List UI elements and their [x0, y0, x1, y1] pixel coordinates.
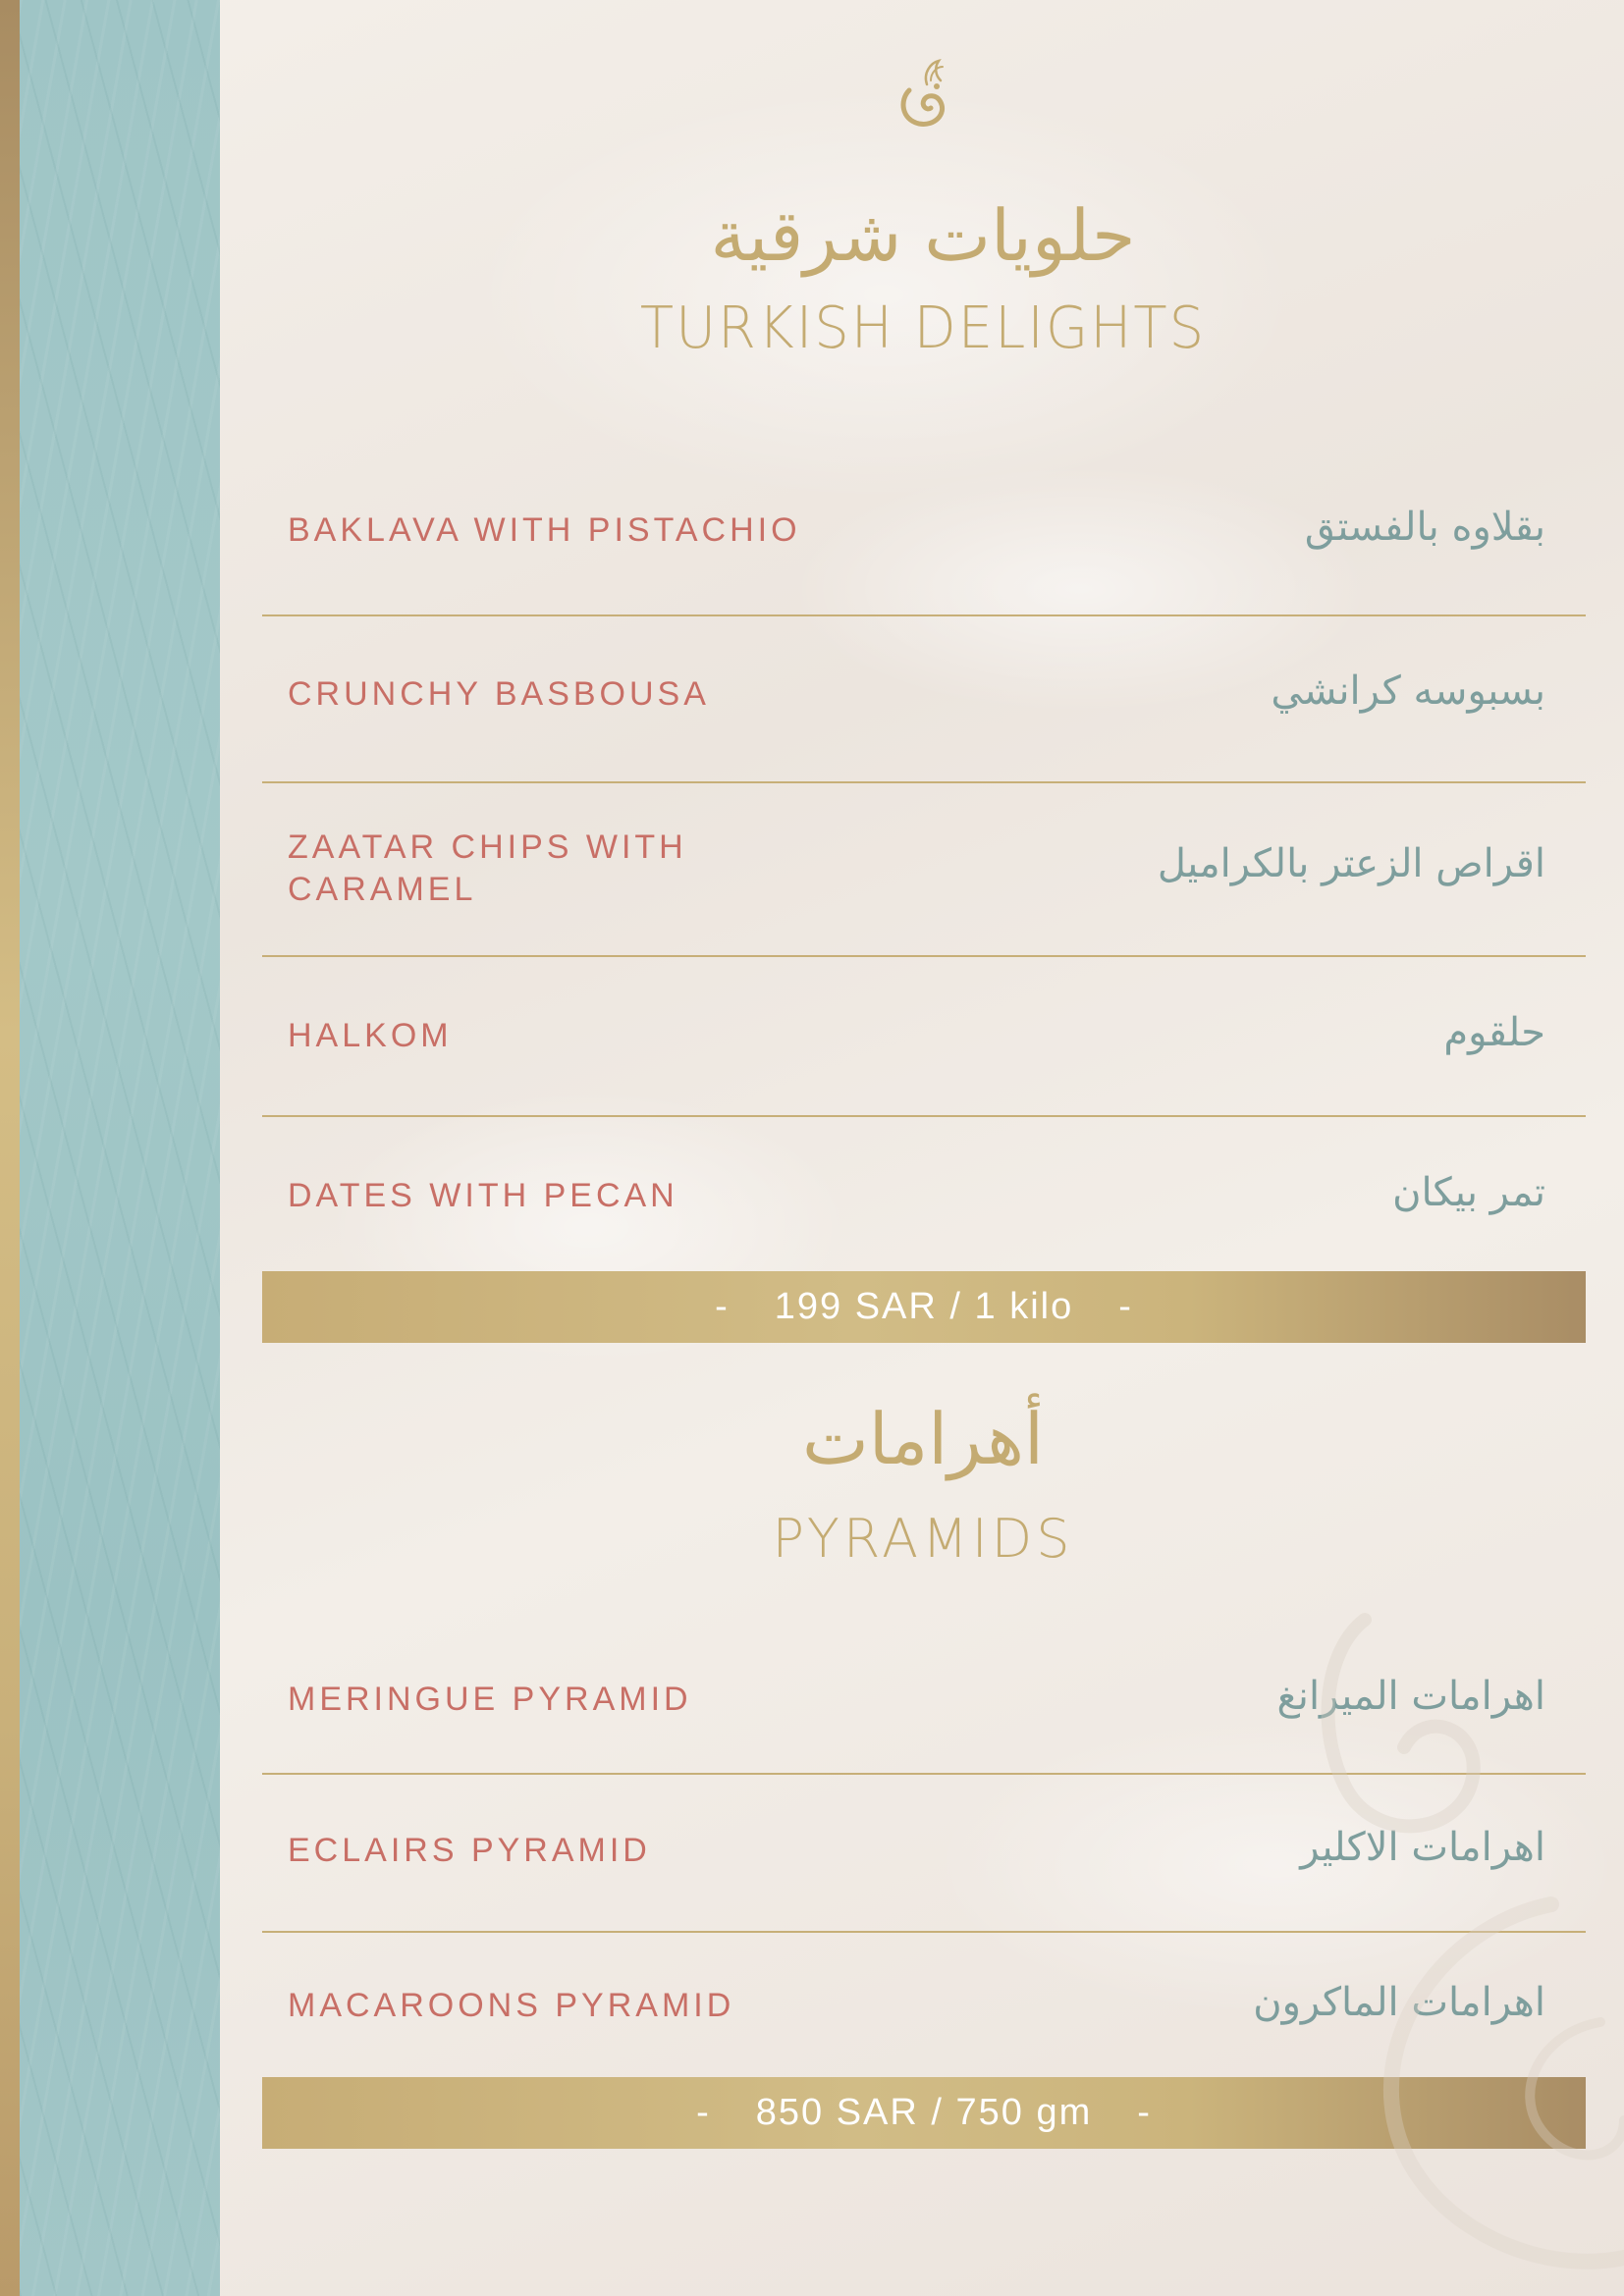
price-dash-left: - — [696, 2092, 711, 2133]
menu-item-name-english: DATES WITH PECAN — [288, 1177, 678, 1214]
menu-item-name-english: HALKOM — [288, 1017, 453, 1054]
section-title-english: PYRAMIDS — [772, 1508, 1074, 1570]
section-title-english: TURKISH DELIGHTS — [639, 294, 1207, 362]
menu-item: CRUNCHY BASBOUSA بسبوسه كرانشي — [262, 668, 1565, 718]
price-dash-right: - — [1118, 1286, 1133, 1327]
menu-item-name-english: CRUNCHY BASBOUSA — [288, 675, 710, 713]
menu-item: ZAATAR CHIPS WITH CARAMEL اقراص الزعتر ب… — [262, 827, 1565, 915]
menu-item-name-arabic: بسبوسه كرانشي — [1271, 668, 1545, 714]
menu-item-name-english: BAKLAVA WITH PISTACHIO — [288, 511, 801, 549]
menu-item-name-arabic: تمر بيكان — [1392, 1170, 1545, 1215]
ornamental-swirl-logo-icon — [900, 59, 945, 127]
menu-item-name-english: MACAROONS PYRAMID — [288, 1987, 735, 2024]
price-dash-right: - — [1137, 2092, 1152, 2133]
menu-item-name-english: ZAATAR CHIPS WITH CARAMEL — [288, 828, 687, 908]
price-text: 850 SAR / 750 gm — [755, 2092, 1093, 2133]
menu-item-name-english: ECLAIRS PYRAMID — [288, 1832, 651, 1869]
menu-item: HALKOM حلقوم — [262, 1010, 1565, 1059]
gold-edge-strip — [0, 0, 20, 2296]
price-text: 199 SAR / 1 kilo — [774, 1286, 1074, 1327]
section-title-arabic: أهرامات — [802, 1398, 1044, 1480]
item-divider — [262, 614, 1586, 616]
menu-item-name-arabic: بقلاوه بالفستق — [1304, 505, 1545, 550]
menu-item-name-arabic: حلقوم — [1443, 1010, 1545, 1055]
decorative-swirl-watermark-icon — [1321, 1613, 1624, 2269]
menu-page: حلويات شرقية TURKISH DELIGHTS BAKLAVA WI… — [0, 0, 1624, 2296]
section-title-arabic: حلويات شرقية — [710, 194, 1136, 277]
menu-item: BAKLAVA WITH PISTACHIO بقلاوه بالفستق — [262, 505, 1565, 554]
item-divider — [262, 781, 1586, 783]
price-dash-left: - — [715, 1286, 730, 1327]
menu-item: DATES WITH PECAN تمر بيكان — [262, 1170, 1565, 1219]
item-divider — [262, 955, 1586, 957]
price-banner: - 199 SAR / 1 kilo - — [262, 1271, 1586, 1343]
item-divider — [262, 1115, 1586, 1117]
menu-item-name-english: MERINGUE PYRAMID — [288, 1681, 692, 1718]
menu-item-name-arabic: اقراص الزعتر بالكراميل — [1157, 841, 1545, 886]
teal-marble-panel — [20, 0, 220, 2296]
